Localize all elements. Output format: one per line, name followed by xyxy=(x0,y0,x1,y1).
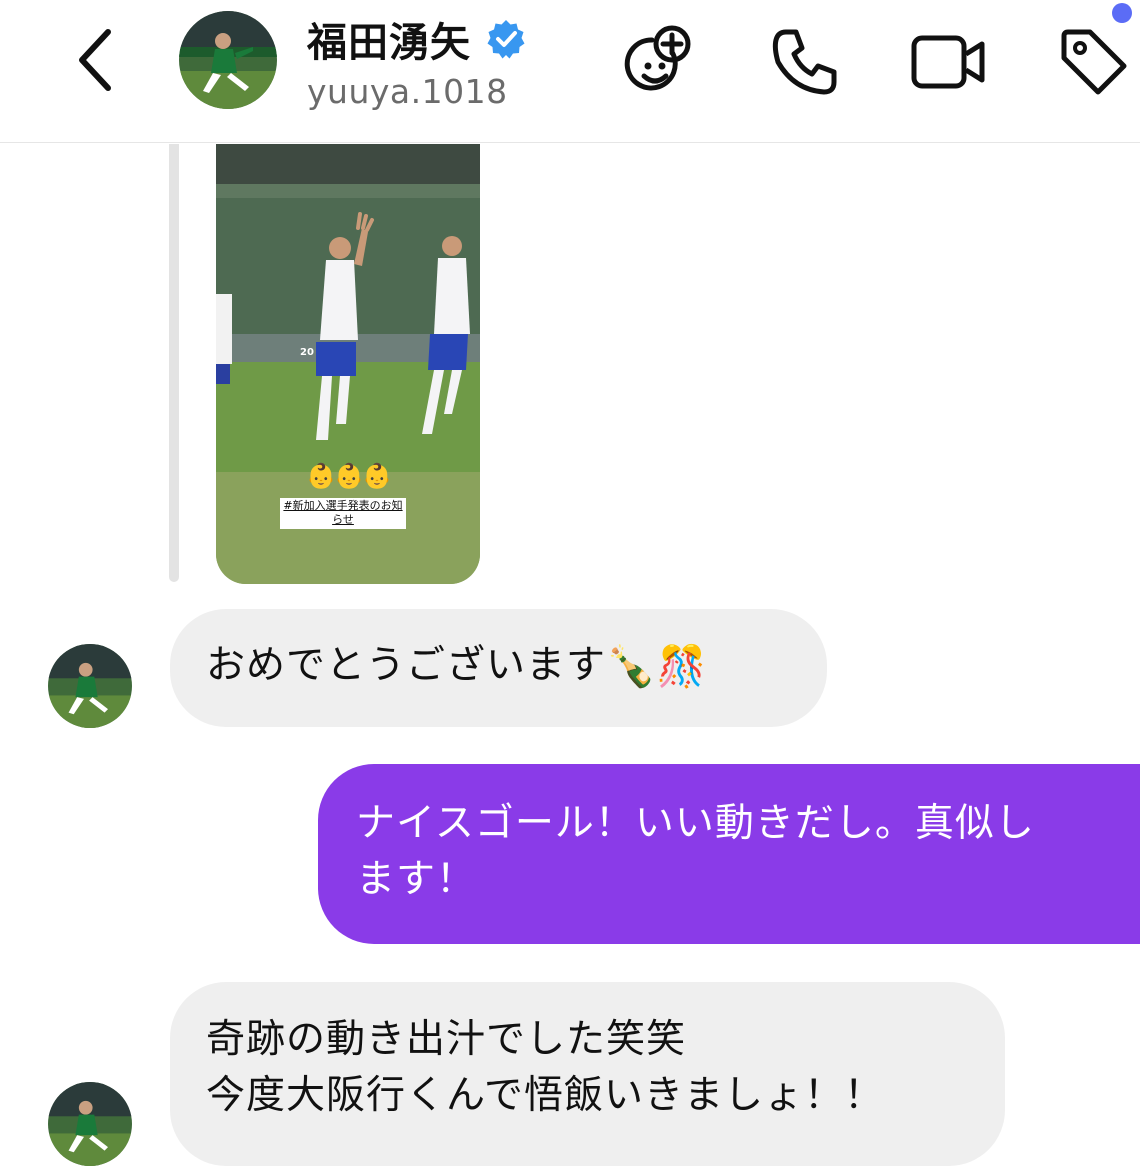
message-text-line: 奇跡の動き出汁でした笑笑 xyxy=(206,1017,687,1062)
video-camera-icon xyxy=(911,35,985,89)
message-text-line: ナイスゴール！いい動きだし。真似し xyxy=(356,801,1035,846)
notification-dot xyxy=(1112,3,1132,23)
chat-header: 福田湧矢 yuuya.1018 xyxy=(0,0,1140,143)
phone-icon xyxy=(772,29,837,95)
contact-name-row[interactable]: 福田湧矢 xyxy=(307,10,527,68)
reply-indicator-bar xyxy=(169,144,179,582)
story-hashtag-sticker[interactable]: #新加入選手発表のお知らせ xyxy=(280,498,406,529)
contact-username: yuuya.1018 xyxy=(307,72,508,111)
video-call-button[interactable] xyxy=(908,22,988,102)
celebration-emoji: 🍾🎊 xyxy=(606,644,708,690)
tag-icon xyxy=(1061,29,1127,95)
audio-call-button[interactable] xyxy=(764,22,844,102)
chevron-left-icon xyxy=(79,29,111,91)
story-emoji-sticker: 👶👶👶 xyxy=(306,462,392,490)
verified-badge-icon xyxy=(487,20,525,59)
message-bubble-incoming[interactable]: 奇跡の動き出汁でした笑笑 今度大阪行くんで悟飯いきましょ！！ xyxy=(170,982,1005,1166)
message-bubble-incoming[interactable]: おめでとうございます🍾🎊 xyxy=(170,609,827,727)
message-bubble-outgoing[interactable]: ナイスゴール！いい動きだし。真似し ます！ xyxy=(318,764,1140,944)
message-text: おめでとうございます xyxy=(206,643,607,688)
back-button[interactable] xyxy=(70,24,126,96)
message-text-line: ます！ xyxy=(356,857,477,902)
add-friend-emoji-button[interactable] xyxy=(618,22,698,102)
message-text-line: 今度大阪行くんで悟飯いきましょ！！ xyxy=(206,1073,885,1118)
contact-display-name: 福田湧矢 xyxy=(307,20,471,66)
story-preview[interactable]: 20 👶👶👶 #新加入選手発表のお知らせ xyxy=(216,144,480,584)
shirt-number: 20 xyxy=(300,347,314,358)
header-avatar[interactable] xyxy=(179,11,277,109)
tag-button[interactable] xyxy=(1054,22,1134,102)
sender-avatar[interactable] xyxy=(48,1082,132,1166)
sender-avatar[interactable] xyxy=(48,644,132,728)
face-plus-icon xyxy=(624,25,691,91)
